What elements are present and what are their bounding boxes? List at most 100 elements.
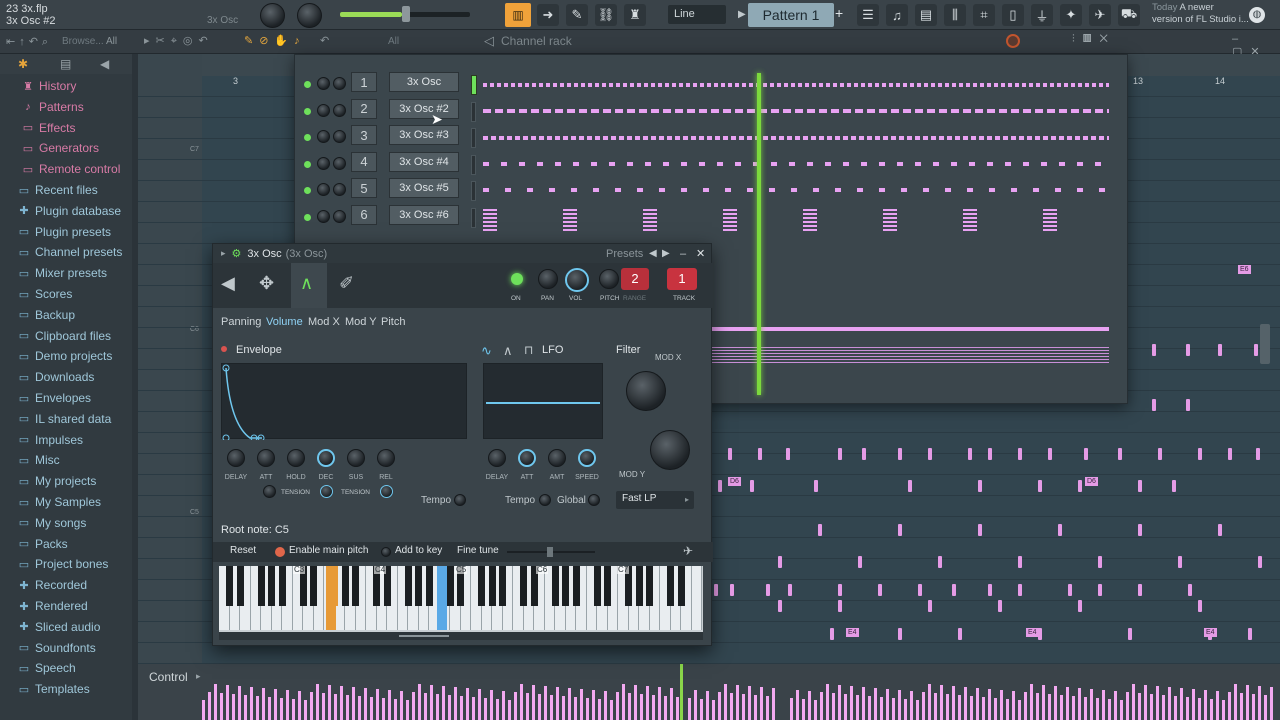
velocity-bar[interactable] [1030,684,1033,720]
step-block[interactable] [714,83,718,87]
velocity-bar[interactable] [802,699,805,720]
mixer-track-value[interactable]: 1 [667,268,697,290]
velocity-bar[interactable] [808,691,811,720]
step-block[interactable] [910,83,914,87]
playlist-note[interactable] [862,448,866,460]
step-block[interactable] [527,188,533,192]
envelope-graph[interactable] [221,363,467,440]
step-block[interactable] [675,109,683,113]
rack-filter[interactable]: All [388,36,399,47]
close-icon[interactable]: ✕ [696,247,705,260]
velocity-bar[interactable] [586,698,589,720]
browser-item[interactable]: ✚ Plugin database [18,201,121,221]
step-block[interactable] [951,109,959,113]
step-block[interactable] [855,109,863,113]
step-block[interactable] [609,83,613,87]
channel-pan-knob[interactable] [317,156,330,170]
control-strip[interactable]: Control ▸ [138,664,1280,720]
playlist-note[interactable] [1138,480,1142,492]
step-block[interactable] [504,83,508,87]
step-block[interactable] [1095,162,1101,166]
step-block[interactable] [795,136,800,140]
step-block[interactable] [490,83,494,87]
step-block[interactable] [826,83,830,87]
step-block[interactable] [637,83,641,87]
step-block[interactable] [903,83,907,87]
step-block[interactable] [1067,136,1072,140]
playlist-note[interactable] [1078,600,1082,612]
plugin-titlebar[interactable]: ▸ ⚙ 3x Osc (3x Osc) Presets ◀ ▶ – ✕ [213,244,711,263]
channel-select-bar[interactable] [471,154,476,175]
channel-name-button[interactable]: 3x Osc #3 [389,125,459,145]
velocity-bar[interactable] [790,698,793,720]
velocity-bar[interactable] [352,687,355,720]
velocity-bar[interactable] [436,694,439,720]
velocity-bar[interactable] [844,694,847,720]
velocity-bar[interactable] [610,700,613,720]
step-block[interactable] [675,136,680,140]
piano-black-key[interactable] [593,566,601,606]
gear-icon[interactable]: ⚙ [232,247,242,260]
plugin-speaker-icon[interactable]: ◀ [221,273,235,294]
step-block[interactable] [1075,136,1080,140]
step-block[interactable] [591,162,597,166]
velocity-bar[interactable] [340,686,343,720]
filter-mod-x-knob[interactable] [626,371,666,411]
velocity-bar[interactable] [1018,700,1021,720]
velocity-bar[interactable] [454,687,457,720]
velocity-bar[interactable] [646,686,649,720]
channel-mute-led[interactable] [304,160,311,168]
step-block[interactable] [616,83,620,87]
lfo-knob[interactable] [518,449,536,467]
velocity-bar[interactable] [1126,692,1129,720]
browser-item[interactable]: ▭ Packs [18,534,68,554]
velocity-bar[interactable] [556,687,559,720]
piano-white-key[interactable] [691,566,702,630]
velocity-bar[interactable] [1264,695,1267,720]
step-block[interactable] [857,188,863,192]
velocity-bar[interactable] [658,687,661,720]
step-block[interactable] [1011,136,1016,140]
velocity-bar[interactable] [1156,686,1159,720]
playlist-note[interactable] [1058,524,1062,536]
velocity-bar[interactable] [772,688,775,720]
piano-black-key[interactable] [446,566,454,606]
playlist-note[interactable] [830,628,834,640]
playlist-note[interactable] [1098,584,1102,596]
step-block[interactable] [519,109,527,113]
step-block[interactable] [987,83,991,87]
snap-select[interactable]: Line [668,5,726,24]
velocity-bar[interactable] [346,695,349,720]
env-tempo-toggle[interactable] [454,494,466,506]
piano-black-key[interactable] [341,566,349,606]
master-pitch-knob[interactable] [297,3,322,28]
step-block[interactable] [735,83,739,87]
playlist-note[interactable] [1138,524,1142,536]
step-block[interactable] [579,109,587,113]
step-block[interactable] [483,109,491,113]
step-block[interactable] [1059,109,1067,113]
tab-mod-x[interactable]: Mod X [308,316,340,328]
step-block[interactable] [507,109,515,113]
step-block[interactable] [711,109,719,113]
channel-volume-knob[interactable] [333,209,346,223]
velocity-bar[interactable] [1234,684,1237,720]
piano-black-key[interactable] [646,566,653,606]
note-preview-block[interactable] [883,209,897,231]
velocity-bar[interactable] [1054,686,1057,720]
step-block[interactable] [795,109,803,113]
velocity-bar[interactable] [214,684,217,720]
metronome-icon[interactable]: ♜ [624,4,646,26]
tab-panning[interactable]: Panning [221,316,261,328]
velocity-bar[interactable] [1102,690,1105,720]
step-block[interactable] [619,136,624,140]
velocity-bar[interactable] [958,695,961,720]
clip-e4-c[interactable]: E4 [1204,628,1217,637]
step-block[interactable] [851,136,856,140]
link-icon[interactable]: ⛓ [595,4,617,26]
playlist-note[interactable] [718,480,722,492]
step-block[interactable] [644,83,648,87]
lfo-knob[interactable] [578,449,596,467]
channel-volume-knob[interactable] [333,77,346,90]
step-block[interactable] [507,136,512,140]
